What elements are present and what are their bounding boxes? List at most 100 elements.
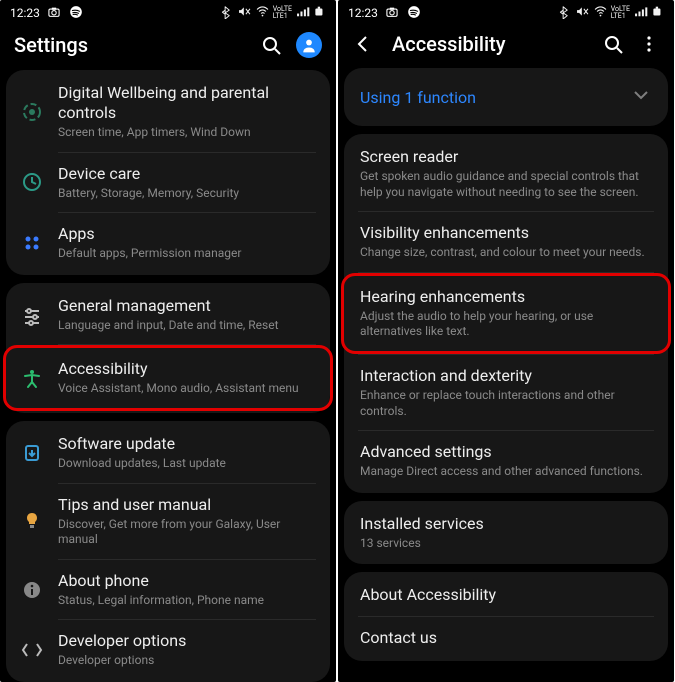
accessibility-row[interactable]: Advanced settings Manage Direct access a… — [344, 431, 668, 491]
page-title: Accessibility — [392, 32, 588, 56]
row-subtitle: Manage Direct access and other advanced … — [360, 464, 654, 480]
row-title: Visibility enhancements — [360, 223, 654, 243]
row-subtitle: Voice Assistant, Mono audio, Assistant m… — [58, 381, 316, 397]
signal-icon — [295, 4, 310, 22]
battery-icon — [651, 4, 664, 23]
row-subtitle: Screen time, App timers, Wind Down — [58, 125, 316, 141]
status-bar: 12:23 VoLTELTE1 — [0, 0, 336, 26]
settings-group: General management Language and input, D… — [6, 283, 330, 413]
row-subtitle: Default apps, Permission manager — [58, 246, 316, 262]
status-time: 12:23 — [10, 6, 40, 20]
row-subtitle: Adjust the audio to help your hearing, o… — [360, 309, 654, 340]
settings-row-dev[interactable]: Developer options Developer options — [6, 620, 330, 680]
row-title: Hearing enhancements — [360, 287, 654, 307]
general-icon — [20, 304, 44, 326]
settings-list[interactable]: Digital Wellbeing and parental controls … — [0, 70, 336, 682]
row-title: About phone — [58, 571, 316, 591]
chevron-down-icon — [630, 84, 652, 110]
accessibility-list[interactable]: Using 1 function Screen reader Get spoke… — [338, 68, 674, 682]
row-subtitle: Download updates, Last update — [58, 456, 316, 472]
accessibility-icon — [20, 367, 44, 389]
row-title: Advanced settings — [360, 442, 654, 462]
using-card: Using 1 function — [344, 68, 668, 126]
more-button[interactable] — [638, 33, 660, 55]
row-subtitle: Language and input, Date and time, Reset — [58, 318, 316, 334]
accessibility-row[interactable]: Installed services 13 services — [344, 503, 668, 563]
accessibility-screen: 12:23 VoLTELTE1 Accessibility Using 1 fu… — [338, 0, 674, 682]
header: Accessibility — [338, 26, 674, 68]
accessibility-row[interactable]: Visibility enhancements Change size, con… — [344, 212, 668, 272]
settings-row-wellbeing[interactable]: Digital Wellbeing and parental controls … — [6, 72, 330, 152]
settings-row-update[interactable]: Software update Download updates, Last u… — [6, 423, 330, 483]
accessibility-row[interactable]: Contact us — [344, 617, 668, 659]
about-icon — [20, 579, 44, 601]
back-button[interactable] — [352, 33, 374, 55]
row-title: Device care — [58, 164, 316, 184]
dev-icon — [20, 639, 44, 661]
wifi-icon — [255, 4, 270, 22]
row-title: Installed services — [360, 514, 654, 534]
wifi-icon — [593, 4, 608, 22]
spotify-icon — [406, 4, 422, 23]
spotify-icon — [68, 4, 84, 23]
settings-row-apps[interactable]: Apps Default apps, Permission manager — [6, 213, 330, 273]
camera-icon — [46, 4, 62, 23]
settings-row-devicecare[interactable]: Device care Battery, Storage, Memory, Se… — [6, 153, 330, 213]
row-title: About Accessibility — [360, 585, 654, 605]
battery-icon — [313, 4, 326, 23]
row-title: Software update — [58, 434, 316, 454]
row-title: Tips and user manual — [58, 495, 316, 515]
page-title: Settings — [14, 33, 246, 57]
using-label: Using 1 function — [360, 88, 476, 107]
row-subtitle: Change size, contrast, and colour to mee… — [360, 245, 654, 261]
row-title: Screen reader — [360, 147, 654, 167]
row-subtitle: Status, Legal information, Phone name — [58, 593, 316, 609]
bluetooth-icon — [557, 4, 572, 22]
row-subtitle: 13 services — [360, 536, 654, 552]
accessibility-row[interactable]: About Accessibility — [344, 574, 668, 616]
network-label: VoLTELTE1 — [611, 6, 630, 20]
accessibility-group: Screen reader Get spoken audio guidance … — [344, 134, 668, 493]
accessibility-row[interactable]: Hearing enhancements Adjust the audio to… — [341, 273, 671, 354]
accessibility-group: About Accessibility Contact us — [344, 572, 668, 661]
search-button[interactable] — [602, 33, 624, 55]
signal-icon — [633, 4, 648, 22]
row-subtitle: Battery, Storage, Memory, Security — [58, 186, 316, 202]
settings-screen: 12:23 VoLTELTE1 Settings Digital Wellbei… — [0, 0, 336, 682]
devicecare-icon — [20, 171, 44, 193]
accessibility-row[interactable]: Screen reader Get spoken audio guidance … — [344, 136, 668, 211]
settings-group: Digital Wellbeing and parental controls … — [6, 70, 330, 275]
profile-avatar[interactable] — [296, 32, 322, 58]
row-subtitle: Enhance or replace touch interactions an… — [360, 388, 654, 419]
row-title: Contact us — [360, 628, 654, 648]
settings-row-about[interactable]: About phone Status, Legal information, P… — [6, 560, 330, 620]
network-label: VoLTELTE1 — [273, 6, 292, 20]
row-title: Apps — [58, 224, 316, 244]
row-title: Digital Wellbeing and parental controls — [58, 83, 316, 123]
row-title: General management — [58, 296, 316, 316]
apps-icon — [20, 232, 44, 254]
bluetooth-icon — [219, 4, 234, 22]
settings-row-accessibility[interactable]: Accessibility Voice Assistant, Mono audi… — [3, 345, 333, 411]
accessibility-row[interactable]: Interaction and dexterity Enhance or rep… — [344, 355, 668, 430]
mute-icon — [237, 4, 252, 22]
row-subtitle: Discover, Get more from your Galaxy, Use… — [58, 517, 316, 548]
using-function-row[interactable]: Using 1 function — [344, 70, 668, 124]
tips-icon — [20, 510, 44, 532]
row-title: Interaction and dexterity — [360, 366, 654, 386]
status-bar: 12:23 VoLTELTE1 — [338, 0, 674, 26]
accessibility-group: Installed services 13 services — [344, 501, 668, 565]
header: Settings — [0, 26, 336, 70]
status-time: 12:23 — [348, 6, 378, 20]
settings-row-general[interactable]: General management Language and input, D… — [6, 285, 330, 345]
row-subtitle: Developer options — [58, 653, 316, 669]
update-icon — [20, 442, 44, 464]
mute-icon — [575, 4, 590, 22]
row-subtitle: Get spoken audio guidance and special co… — [360, 169, 654, 200]
settings-group: Software update Download updates, Last u… — [6, 421, 330, 682]
wellbeing-icon — [20, 101, 44, 123]
search-button[interactable] — [260, 34, 282, 56]
settings-row-tips[interactable]: Tips and user manual Discover, Get more … — [6, 484, 330, 559]
row-title: Accessibility — [58, 359, 316, 379]
camera-icon — [384, 4, 400, 23]
